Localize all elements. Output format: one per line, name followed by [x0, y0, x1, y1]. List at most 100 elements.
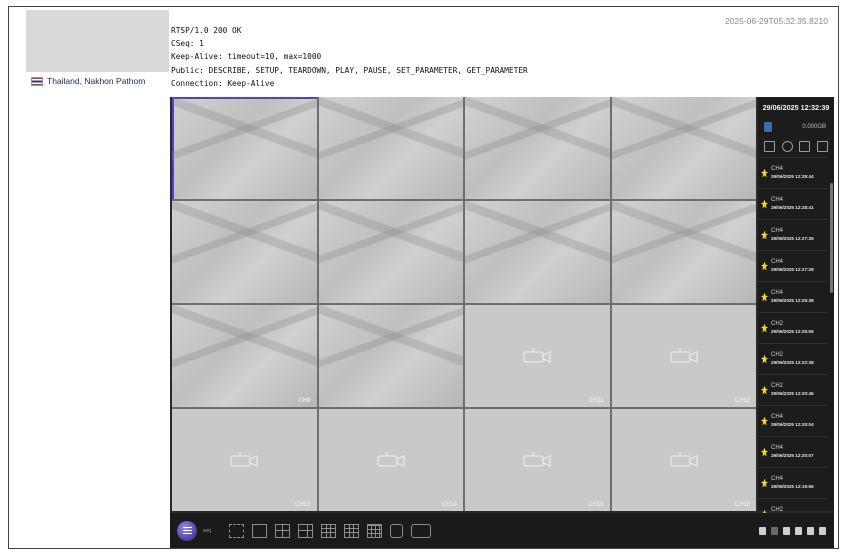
network-status-icon[interactable] [795, 526, 802, 535]
event-channel: CH4 [771, 166, 784, 172]
channel-label: CH12 [734, 398, 750, 404]
dvr-datetime: 29/06/2025 12:32:39 [762, 102, 830, 112]
event-time: 29/06/2025 12:27:28 [771, 267, 814, 272]
layout-1-icon[interactable] [252, 523, 268, 538]
event-channel: CH4 [771, 259, 784, 265]
main-menu-button[interactable] [177, 520, 197, 541]
motion-alert-icon [761, 478, 768, 488]
camera-tile[interactable] [465, 97, 610, 199]
event-channel: CH2 [771, 321, 784, 327]
event-time: 29/06/2025 12:26:38 [771, 298, 814, 303]
event-scrollbar[interactable] [830, 183, 833, 293]
layout-16-icon[interactable] [367, 523, 383, 538]
channel-label: CH13 [295, 502, 311, 508]
location: Thailand, Nakhon Pathom [31, 76, 145, 86]
camera-tile[interactable] [465, 201, 610, 303]
hdd-status: 0.000GB [758, 117, 834, 137]
file-icon[interactable] [764, 140, 776, 152]
settings-icon[interactable] [807, 526, 814, 535]
record-icon[interactable] [771, 526, 778, 535]
event-item[interactable]: CH4 29/06/2025 12:27:28 [758, 250, 828, 281]
camera-tile[interactable] [611, 201, 756, 303]
event-channel: CH4 [771, 445, 784, 451]
hdd-icon [764, 122, 772, 132]
event-text: CH4 29/06/2025 12:28:44 [771, 165, 814, 181]
motion-alert-icon [761, 354, 768, 364]
no-video-camera-icon [230, 452, 258, 468]
motion-alert-icon [761, 323, 768, 333]
event-channel: CH4 [771, 228, 784, 234]
motion-alert-icon [761, 447, 768, 457]
channel-label: CH11 [588, 398, 604, 404]
event-text: CH4 29/06/2025 12:20:04 [771, 413, 814, 429]
rtsp-line: RTSP/1.0 200 OK [171, 26, 242, 35]
event-item[interactable]: CH4 29/06/2025 12:20:04 [758, 405, 828, 436]
camera-tile[interactable] [318, 305, 463, 407]
lock-icon[interactable] [819, 526, 826, 535]
event-item[interactable]: CH2 29/06/2025 12:22:38 [758, 343, 828, 374]
event-channel: CH4 [771, 414, 784, 420]
layout-6-icon[interactable] [298, 523, 314, 538]
list-icon[interactable] [816, 140, 828, 152]
pen-icon[interactable] [759, 526, 766, 535]
camera-tile[interactable] [318, 97, 463, 199]
event-channel: CH4 [771, 476, 784, 482]
camera-tile[interactable]: CH14 [318, 409, 463, 511]
camera-tile[interactable] [172, 97, 317, 199]
event-text: CH2 29/06/2025 12:25:59 [771, 320, 814, 336]
no-video-camera-icon [523, 452, 551, 468]
event-list: CH4 29/06/2025 12:28:44 CH4 29/06/2025 12:2… [758, 157, 828, 529]
motion-alert-icon [761, 168, 768, 178]
playback-icon[interactable] [411, 523, 432, 538]
rtsp-response: RTSP/1.0 200 OK CSeq: 1 Keep-Alive: time… [171, 24, 528, 90]
layout-9-icon[interactable] [344, 523, 360, 538]
event-time: 29/06/2025 12:19:56 [771, 484, 814, 489]
rtsp-line: Public: DESCRIBE, SETUP, TEARDOWN, PLAY,… [171, 65, 528, 75]
hdd-label: 0.000GB [802, 124, 826, 130]
event-sidebar: 29/06/2025 12:32:39 0.000GB CH4 29/06/202… [758, 97, 834, 520]
camera-tile[interactable]: CH9 [172, 305, 317, 407]
event-channel: CH2 [771, 383, 784, 389]
rtsp-line: Keep-Alive: timeout=10, max=1000 [171, 52, 322, 62]
event-item[interactable]: CH4 29/06/2025 12:28:41 [758, 188, 828, 219]
layout-8-icon[interactable] [321, 523, 337, 538]
channel-label: CH9 [298, 398, 311, 404]
info-icon[interactable] [781, 140, 793, 152]
event-item[interactable]: CH4 29/06/2025 12:20:07 [758, 436, 828, 467]
audio-icon[interactable] [783, 526, 790, 535]
event-text: CH4 29/06/2025 12:28:41 [771, 196, 814, 212]
event-channel: CH4 [771, 197, 784, 203]
camera-tile[interactable] [172, 201, 317, 303]
event-text: CH2 29/06/2025 12:20:45 [771, 382, 814, 398]
channel-label: CH15 [588, 502, 604, 508]
event-item[interactable]: CH2 29/06/2025 12:25:59 [758, 312, 828, 343]
event-time: 29/06/2025 12:27:35 [771, 236, 814, 241]
no-video-camera-icon [670, 348, 698, 364]
camera-tile[interactable]: CH11 [465, 305, 610, 407]
event-time: 29/06/2025 12:28:44 [771, 174, 814, 179]
event-text: CH4 29/06/2025 12:27:28 [771, 258, 814, 274]
event-item[interactable]: CH4 29/06/2025 12:27:35 [758, 219, 828, 250]
channel-label: CH14 [441, 502, 457, 508]
camera-tile[interactable]: CH12 [611, 305, 756, 407]
event-channel: CH4 [771, 290, 784, 296]
no-video-camera-icon [670, 452, 698, 468]
event-time: 29/06/2025 12:28:41 [771, 205, 814, 210]
event-item[interactable]: CH4 29/06/2025 12:26:38 [758, 281, 828, 312]
event-text: CH4 29/06/2025 12:26:38 [771, 289, 814, 305]
event-item[interactable]: CH4 29/06/2025 12:28:44 [758, 157, 828, 188]
camera-tile[interactable]: CH13 [172, 409, 317, 511]
no-video-camera-icon [377, 452, 405, 468]
dvr-screen: CH9 CH11 CH12 CH13 CH14 CH15 CH16 29/06/2025 1… [170, 97, 834, 548]
network-icon[interactable] [799, 140, 811, 152]
event-channel: CH2 [771, 352, 784, 358]
fullscreen-icon[interactable] [229, 523, 245, 538]
camera-tile[interactable]: CH16 [611, 409, 756, 511]
event-item[interactable]: CH2 29/06/2025 12:20:45 [758, 374, 828, 405]
camera-tile[interactable] [611, 97, 756, 199]
event-item[interactable]: CH4 29/06/2025 12:19:56 [758, 467, 828, 498]
layout-4-icon[interactable] [275, 523, 291, 538]
camera-tile[interactable]: CH15 [465, 409, 610, 511]
camera-icon[interactable] [390, 523, 404, 538]
camera-tile[interactable] [318, 201, 463, 303]
